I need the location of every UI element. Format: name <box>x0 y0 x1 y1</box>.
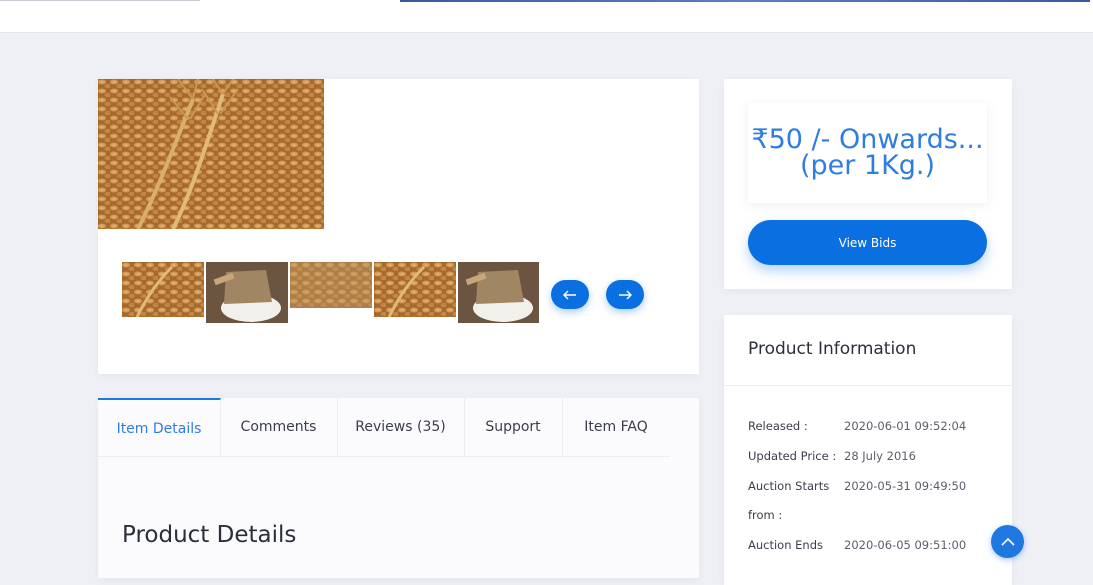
top-header <box>0 0 1093 33</box>
header-divider <box>0 0 200 1</box>
info-value: 2020-06-01 09:52:04 <box>844 419 967 433</box>
tab-reviews[interactable]: Reviews (35) <box>337 398 465 456</box>
price-unit: (per 1Kg.) <box>799 150 936 181</box>
product-details-heading: Product Details <box>122 522 297 548</box>
info-label: Released : <box>748 419 808 433</box>
thumbnail-3[interactable] <box>290 262 372 308</box>
gallery-next-button[interactable] <box>606 280 644 309</box>
price-panel: ₹50 /- Onwards... (per 1Kg.) View Bids <box>724 79 1012 289</box>
product-information-header: Product Information <box>724 315 1012 386</box>
tab-bar: Item Details Comments Reviews (35) Suppo… <box>98 398 670 458</box>
product-gallery <box>98 79 699 374</box>
info-label: Auction Ends <box>748 538 824 552</box>
product-information-panel: Product Information Released : 2020-06-0… <box>724 315 1012 585</box>
thumbnail-4[interactable] <box>374 262 456 317</box>
tab-item-faq[interactable]: Item FAQ <box>562 398 670 456</box>
info-label: from : <box>748 508 783 522</box>
thumbnail-5[interactable] <box>458 262 539 323</box>
tab-support[interactable]: Support <box>464 398 563 456</box>
info-value: 28 July 2016 <box>844 449 916 463</box>
info-value: 2020-06-05 09:51:00 <box>844 538 967 552</box>
scroll-to-top-button[interactable] <box>991 525 1024 558</box>
product-information-title: Product Information <box>748 339 917 359</box>
view-bids-button[interactable]: View Bids <box>748 220 987 265</box>
tab-item-details[interactable]: Item Details <box>98 398 221 458</box>
info-value: 2020-05-31 09:49:50 <box>844 479 967 493</box>
thumbnail-2[interactable] <box>206 262 288 323</box>
arrow-right-icon <box>619 290 632 299</box>
main-product-image[interactable] <box>98 79 324 229</box>
arrow-left-icon <box>563 290 576 299</box>
info-label: Updated Price : <box>748 449 837 463</box>
tab-comments[interactable]: Comments <box>220 398 338 456</box>
chevron-up-icon <box>1000 537 1015 546</box>
thumbnail-1[interactable] <box>122 262 204 317</box>
info-label: Auction Starts <box>748 479 830 493</box>
item-tabs-panel: Item Details Comments Reviews (35) Suppo… <box>98 398 699 578</box>
header-accent-bar <box>400 0 1090 2</box>
price-display: ₹50 /- Onwards... (per 1Kg.) <box>748 103 987 203</box>
gallery-prev-button[interactable] <box>551 280 589 309</box>
